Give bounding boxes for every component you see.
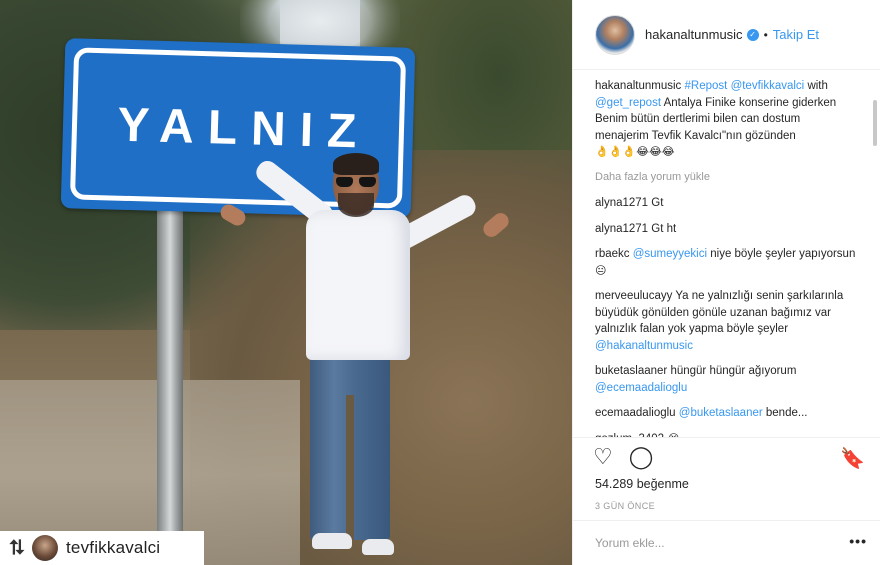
caption-mention[interactable]: @tevfikkavalci	[731, 80, 805, 92]
comment-username[interactable]: alyna1271	[595, 223, 648, 235]
comment-mention[interactable]: @hakanaltunmusic	[595, 340, 693, 352]
comment-username[interactable]: merveeulucayy	[595, 290, 672, 302]
person-right-hand	[480, 209, 512, 241]
follow-button[interactable]: Takip Et	[773, 27, 819, 42]
post-side-panel: hakanaltunmusic ✓ • Takip Et hakanaltunm…	[572, 0, 880, 565]
person-right-shoe	[362, 539, 394, 555]
comment-username[interactable]: alyna1271	[595, 197, 648, 209]
comment-text: Gt ht	[651, 222, 677, 235]
comment-emoji: 😐	[595, 263, 607, 277]
comment-text: Gt	[651, 197, 664, 209]
person-leg-gap	[346, 395, 354, 540]
person-left-hand	[217, 201, 249, 229]
sunglasses	[335, 177, 377, 187]
header-separator: •	[763, 27, 768, 42]
list-item: rbaekc @sumeyyekici niye böyle şeyler ya…	[595, 246, 857, 279]
person-hair	[333, 153, 379, 175]
more-options-icon[interactable]: •••	[849, 533, 867, 549]
comment-icon[interactable]: ◯	[629, 446, 654, 469]
comment-mention[interactable]: @ecemaadalioglu	[595, 382, 687, 394]
repost-badge[interactable]: ⮁ tevfikkavalci	[0, 531, 204, 565]
person-shirt	[306, 210, 410, 360]
list-item: buketaslaaner hüngür hüngür ağıyorum @ec…	[595, 363, 857, 396]
comment-text: bende...	[765, 407, 808, 419]
comment-username[interactable]: rbaekc	[595, 248, 630, 260]
comment-username[interactable]: ecemaadalioglu	[595, 407, 676, 419]
comment-text: niye böyle şeyler yapıyorsun	[710, 248, 856, 260]
avatar[interactable]	[595, 14, 635, 55]
comment-username[interactable]: buketaslaaner	[595, 365, 667, 377]
repost-avatar	[32, 535, 58, 561]
comment-mention[interactable]: @buketaslaaner	[679, 407, 763, 419]
caption-mention-get-repost[interactable]: @get_repost	[595, 97, 661, 109]
comment-text: hüngür hüngür ağıyorum	[670, 365, 797, 377]
sign-pole	[157, 205, 183, 535]
verified-badge-icon: ✓	[746, 28, 759, 41]
post-photo[interactable]: YALNIZ ⮁ tevfikkavalci	[0, 0, 572, 565]
comment-input[interactable]	[595, 536, 815, 550]
list-item: alyna1271 Gt	[595, 195, 857, 212]
comments-scrollbar[interactable]	[873, 100, 877, 146]
caption-hashtag[interactable]: #Repost	[685, 80, 728, 92]
person-figure	[217, 153, 520, 565]
list-item: ecemaadalioglu @buketaslaaner bende...	[595, 405, 857, 422]
bookmark-icon[interactable]: 🔖	[840, 446, 865, 470]
post-header: hakanaltunmusic ✓ • Takip Et	[573, 0, 880, 70]
likes-count[interactable]: 54.289 beğenme	[595, 477, 689, 491]
road-sign-text: YALNIZ	[116, 98, 372, 159]
caption-with: with	[807, 80, 828, 92]
header-username[interactable]: hakanaltunmusic	[645, 27, 743, 42]
load-more-comments-link[interactable]: Daha fazla yorum yükle	[595, 169, 857, 186]
post-actions: ♡ ◯ 🔖	[573, 437, 880, 477]
repost-icon: ⮁	[8, 537, 24, 559]
list-item: alyna1271 Gt ht	[595, 221, 857, 238]
list-item: merveeulucayy Ya ne yalnızlığı senin şar…	[595, 288, 857, 354]
caption-username[interactable]: hakanaltunmusic	[595, 80, 681, 92]
comments-list[interactable]: hakanaltunmusic #Repost @tevfikkavalci w…	[595, 78, 857, 438]
post-caption: hakanaltunmusic #Repost @tevfikkavalci w…	[595, 78, 857, 161]
post-date: 3 GÜN ÖNCE	[595, 501, 656, 511]
heart-icon[interactable]: ♡	[593, 446, 613, 469]
add-comment-bar: •••	[573, 520, 880, 565]
person-beard	[338, 193, 374, 217]
person-left-shoe	[312, 533, 352, 549]
caption-emojis: 👌👌👌😂😂😂	[595, 145, 675, 158]
repost-username[interactable]: tevfikkavalci	[66, 538, 160, 558]
comment-mention[interactable]: @sumeyyekici	[633, 248, 707, 260]
